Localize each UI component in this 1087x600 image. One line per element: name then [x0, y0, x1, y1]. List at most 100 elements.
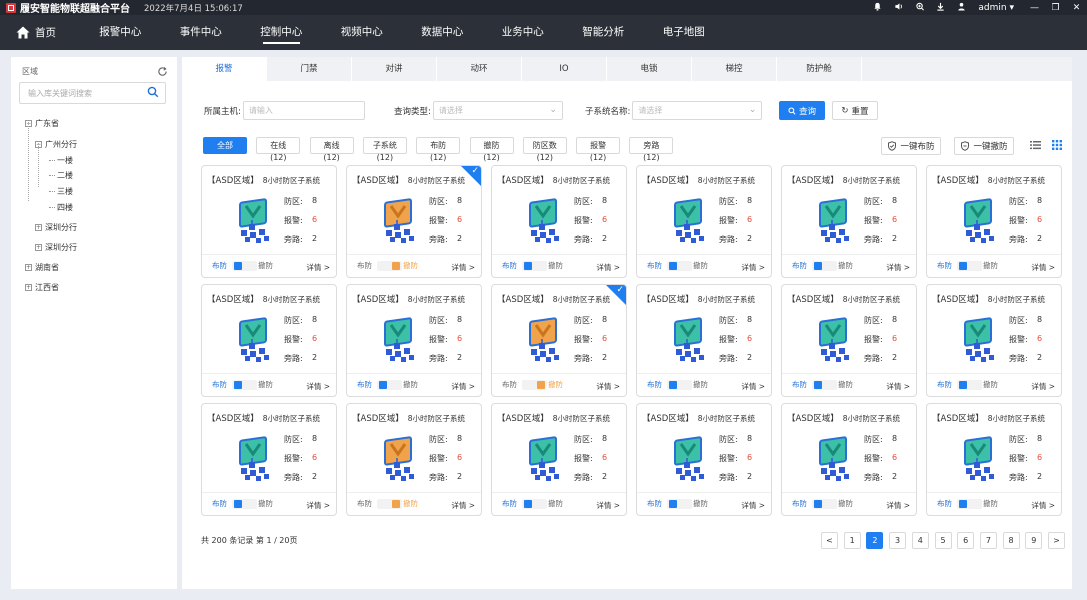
filter-chip[interactable]: 子系统 [362, 137, 407, 154]
nav-video-center[interactable]: 视频中心 [322, 15, 403, 50]
detail-link[interactable]: 详情 > [451, 381, 475, 392]
filter-chip[interactable]: 布防 [416, 137, 461, 154]
nav-alarm-center[interactable]: 报警中心 [80, 15, 161, 50]
arm-toggle[interactable] [957, 261, 982, 271]
page-button[interactable]: 8 [1002, 532, 1020, 549]
grid-view-icon[interactable] [1052, 140, 1062, 153]
tree-node[interactable]: 二楼 [49, 170, 73, 181]
page-button[interactable]: 4 [911, 532, 929, 549]
query-button[interactable]: 查询 [779, 101, 825, 120]
arm-toggle[interactable] [522, 380, 547, 390]
region-search-input[interactable] [20, 83, 140, 103]
detail-link[interactable]: 详情 > [306, 381, 330, 392]
next-page-button[interactable]: > [1048, 532, 1065, 549]
device-card[interactable]: 【ASD区域】 8小时防区子系统 防区: 8 报警: 6 旁路: 2 布防 撤防 详情 > [491, 403, 627, 516]
arm-toggle[interactable] [522, 261, 547, 271]
filter-chip[interactable]: 全部 [203, 137, 247, 154]
search-icon[interactable] [147, 86, 159, 101]
detail-link[interactable]: 详情 > [596, 262, 620, 273]
volume-icon[interactable] [888, 2, 909, 14]
tab-4[interactable]: IO [522, 57, 607, 81]
detail-link[interactable]: 详情 > [451, 500, 475, 511]
expand-icon[interactable]: + [35, 244, 42, 251]
device-card[interactable]: 【ASD区域】 8小时防区子系统 防区: 8 报警: 6 旁路: 2 布防 撤防 详情 > [926, 403, 1062, 516]
type-select[interactable]: 请选择 ⌄ [432, 101, 563, 120]
page-button[interactable]: 7 [979, 532, 997, 549]
device-card[interactable]: 【ASD区域】 8小时防区子系统 防区: 8 报警: 6 旁路: 2 布防 撤防 详情 > [491, 165, 627, 278]
tab-0[interactable]: 报警 [182, 57, 267, 81]
page-button[interactable]: 6 [957, 532, 975, 549]
detail-link[interactable]: 详情 > [306, 262, 330, 273]
nav-event-center[interactable]: 事件中心 [161, 15, 242, 50]
device-card[interactable]: 【ASD区域】 8小时防区子系统 防区: 8 报警: 6 旁路: 2 布防 撤防 详情 > [346, 403, 482, 516]
close-icon[interactable]: ✕ [1066, 3, 1087, 13]
device-card[interactable]: 【ASD区域】 8小时防区子系统 防区: 8 报警: 6 旁路: 2 布防 撤防 详情 > [781, 284, 917, 397]
refresh-icon[interactable] [157, 66, 168, 80]
page-button[interactable]: 9 [1025, 532, 1043, 549]
tree-node[interactable]: + 湖南省 [25, 262, 59, 273]
filter-chip[interactable]: 旁路 [629, 137, 674, 154]
device-card[interactable]: 【ASD区域】 8小时防区子系统 防区: 8 报警: 6 旁路: 2 布防 撤防 详情 > [926, 284, 1062, 397]
filter-chip[interactable]: 报警 [576, 137, 621, 154]
nav-business-center[interactable]: 业务中心 [483, 15, 564, 50]
device-card[interactable]: 【ASD区域】 8小时防区子系统 防区: 8 报警: 6 旁路: 2 布防 撤防 详情 > [636, 165, 772, 278]
arm-toggle[interactable] [812, 380, 837, 390]
expand-icon[interactable]: + [35, 224, 42, 231]
detail-link[interactable]: 详情 > [1031, 500, 1055, 511]
detail-link[interactable]: 详情 > [596, 381, 620, 392]
tab-7[interactable]: 防护舱 [777, 57, 862, 81]
page-button[interactable]: 2 [866, 532, 884, 549]
tab-3[interactable]: 动环 [437, 57, 522, 81]
page-button[interactable]: 3 [889, 532, 907, 549]
device-card[interactable]: 【ASD区域】 8小时防区子系统 防区: 8 报警: 6 旁路: 2 布防 撤防 详情 > [636, 284, 772, 397]
tree-node[interactable]: 四楼 [49, 202, 73, 213]
minimize-icon[interactable]: — [1024, 3, 1045, 13]
device-card[interactable]: 【ASD区域】 8小时防区子系统 防区: 8 报警: 6 旁路: 2 布防 撤防 详情 > [346, 284, 482, 397]
page-button[interactable]: 5 [934, 532, 952, 549]
host-input[interactable]: 请输入 [242, 101, 365, 120]
prev-page-button[interactable]: < [821, 532, 838, 549]
nav-intelligent-analysis[interactable]: 智能分析 [563, 15, 644, 50]
detail-link[interactable]: 详情 > [1031, 262, 1055, 273]
device-card[interactable]: 【ASD区域】 8小时防区子系统 防区: 8 报警: 6 旁路: 2 布防 撤防 详情 > [781, 403, 917, 516]
list-view-icon[interactable] [1030, 140, 1041, 153]
tab-5[interactable]: 电锁 [607, 57, 692, 81]
arm-toggle[interactable] [957, 380, 982, 390]
arm-toggle[interactable] [232, 380, 257, 390]
tab-1[interactable]: 门禁 [267, 57, 352, 81]
tab-6[interactable]: 梯控 [692, 57, 777, 81]
restore-icon[interactable]: ❐ [1045, 3, 1066, 13]
bell-icon[interactable] [867, 2, 888, 14]
subsystem-select[interactable]: 请选择 ⌄ [632, 101, 763, 120]
detail-link[interactable]: 详情 > [1031, 381, 1055, 392]
reset-button[interactable]: ↻ 重置 [832, 101, 878, 120]
filter-chip[interactable]: 撤防 [469, 137, 514, 154]
device-card[interactable]: 【ASD区域】 8小时防区子系统 防区: 8 报警: 6 旁路: 2 布防 撤防 详情 > [201, 165, 337, 278]
arm-toggle[interactable] [232, 499, 257, 509]
device-card[interactable]: 【ASD区域】 8小时防区子系统 防区: 8 报警: 6 旁路: 2 布防 撤防 详情 > [781, 165, 917, 278]
tree-node[interactable]: − 广东省 [25, 118, 59, 129]
detail-link[interactable]: 详情 > [741, 262, 765, 273]
tree-node[interactable]: 一楼 [49, 155, 73, 166]
filter-chip[interactable]: 在线 [256, 137, 301, 154]
arm-toggle[interactable] [377, 380, 402, 390]
user-icon[interactable] [951, 2, 972, 14]
device-card[interactable]: 【ASD区域】 8小时防区子系统 防区: 8 报警: 6 旁路: 2 布防 撤防 详情 > ✓ [491, 284, 627, 397]
tree-node[interactable]: + 江西省 [25, 282, 59, 293]
filter-chip[interactable]: 离线 [309, 137, 354, 154]
tree-node[interactable]: + 深圳分行 [35, 222, 77, 233]
nav-home[interactable]: 首页 [0, 15, 80, 50]
tree-node[interactable]: 三楼 [49, 186, 73, 197]
arm-all-button[interactable]: 一键布防 [881, 137, 941, 155]
arm-toggle[interactable] [667, 380, 692, 390]
arm-toggle[interactable] [667, 499, 692, 509]
detail-link[interactable]: 详情 > [886, 262, 910, 273]
arm-toggle[interactable] [957, 499, 982, 509]
arm-toggle[interactable] [377, 499, 402, 509]
detail-link[interactable]: 详情 > [741, 381, 765, 392]
page-button[interactable]: 1 [843, 532, 861, 549]
zoom-icon[interactable] [909, 2, 930, 14]
expand-icon[interactable]: + [25, 284, 32, 291]
nav-data-center[interactable]: 数据中心 [402, 15, 483, 50]
tree-node[interactable]: + 深圳分行 [35, 242, 77, 253]
